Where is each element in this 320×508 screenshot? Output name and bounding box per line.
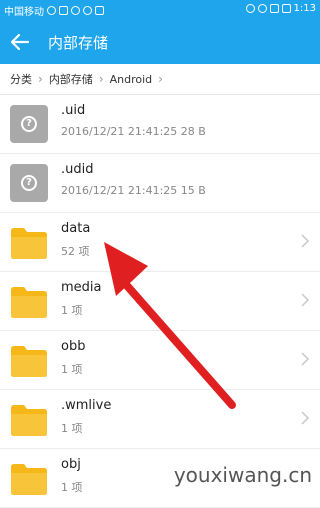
folder-name: .wmlive: [61, 398, 112, 413]
watermark: youxiwang.cn: [173, 463, 312, 487]
battery-icon: [281, 4, 291, 13]
folder-icon: [11, 287, 47, 318]
chevron-right-icon: [301, 234, 310, 248]
page-title: 内部存储: [48, 34, 109, 52]
breadcrumb-item-internal-storage[interactable]: 内部存储: [49, 71, 93, 87]
key-icon: [83, 6, 92, 15]
list-item[interactable]: media 1 项: [0, 272, 320, 331]
unknown-file-icon: ?: [10, 164, 48, 202]
list-item[interactable]: obb 1 项: [0, 331, 320, 390]
file-name: .udid: [61, 162, 94, 177]
folder-name: data: [61, 221, 91, 236]
list-item[interactable]: ? .uid 2016/12/21 21:41:25 28 B: [0, 95, 320, 154]
status-right: 1:13: [245, 3, 316, 14]
unknown-file-icon: ?: [10, 105, 48, 143]
chevron-right-icon: [301, 352, 310, 366]
clock-label: 1:13: [293, 3, 316, 14]
chevron-right-icon: ›: [98, 72, 104, 86]
file-name: .uid: [61, 103, 86, 118]
back-arrow-icon[interactable]: [8, 30, 32, 54]
list-item[interactable]: data 52 项: [0, 213, 320, 272]
breadcrumb: 分类 › 内部存储 › Android ›: [0, 64, 320, 94]
folder-icon: [11, 228, 47, 259]
folder-meta: 1 项: [61, 481, 83, 494]
folder-name: obb: [61, 339, 86, 354]
folder-icon: [11, 464, 47, 495]
chevron-right-icon: ›: [38, 72, 43, 86]
status-left: 中国移动: [4, 3, 104, 18]
folder-icon: [11, 405, 47, 436]
folder-meta: 52 项: [61, 245, 90, 258]
folder-icon: [11, 346, 47, 377]
folder-meta: 1 项: [61, 422, 83, 435]
list-item[interactable]: ? .udid 2016/12/21 21:41:25 15 B: [0, 154, 320, 213]
breadcrumb-item-category[interactable]: 分类: [10, 71, 32, 87]
folder-name: media: [61, 280, 102, 295]
app-notification-icon: [59, 6, 68, 15]
file-meta: 2016/12/21 21:41:25 28 B: [61, 125, 206, 138]
folder-meta: 1 项: [61, 363, 83, 376]
app-bar: 内部存储: [0, 20, 320, 64]
carrier-label: 中国移动: [4, 7, 44, 18]
chevron-right-icon: ›: [158, 72, 163, 86]
chevron-right-icon: [301, 293, 310, 307]
signal-icon: [269, 4, 279, 13]
alarm-icon: [245, 4, 255, 13]
download-icon: [95, 6, 104, 15]
status-bar: 中国移动 1:13: [0, 0, 320, 20]
folder-meta: 1 项: [61, 304, 83, 317]
wifi-icon: [257, 4, 267, 13]
file-meta: 2016/12/21 21:41:25 15 B: [61, 184, 206, 197]
message-icon: [71, 6, 80, 15]
cloud-icon: [47, 6, 56, 15]
chevron-right-icon: [301, 411, 310, 425]
list-item[interactable]: .wmlive 1 项: [0, 390, 320, 449]
folder-name: obj: [61, 457, 81, 472]
file-list: ? .uid 2016/12/21 21:41:25 28 B ? .udid …: [0, 95, 320, 508]
breadcrumb-item-android[interactable]: Android: [110, 73, 153, 86]
